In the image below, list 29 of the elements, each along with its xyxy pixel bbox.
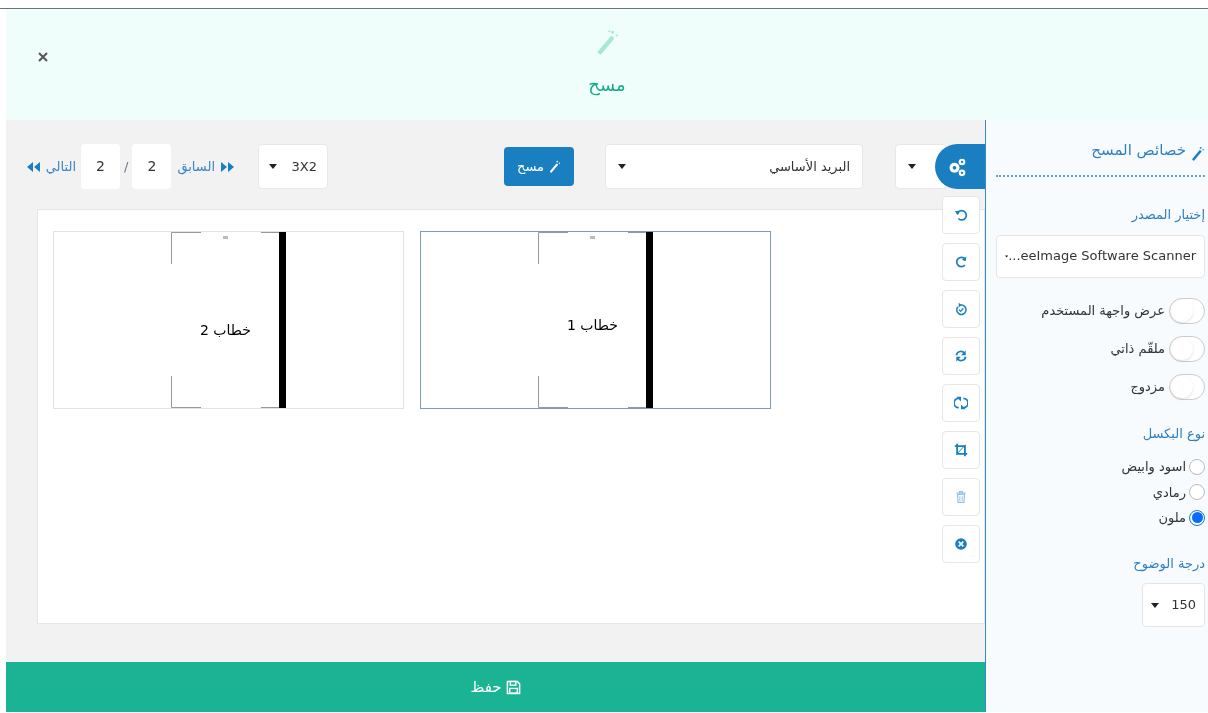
field-label: نوع البكسل	[1141, 424, 1205, 443]
scan-button[interactable]: مسح	[504, 147, 574, 186]
toggle-label: مزدوج	[1130, 377, 1165, 397]
resolution-select[interactable]: 150	[1142, 583, 1205, 627]
page-total-field: 2	[81, 144, 120, 189]
dialog-title: مسح	[588, 73, 626, 98]
mailbox-select[interactable]: البريد الأساسي	[605, 144, 863, 189]
next-link[interactable]: التالي	[26, 156, 76, 177]
radio-label: اسود وابيض	[1121, 458, 1186, 477]
field-label: درجة الوضوح	[1132, 554, 1205, 573]
page-text: خطاب 2	[200, 321, 251, 340]
select-value: 150	[1171, 596, 1196, 615]
layout-select[interactable]: 3X2	[258, 144, 328, 189]
toggle-label: عرض واجهة المستخدم	[1041, 301, 1165, 321]
panel-title: خصائص المسح	[1091, 139, 1186, 161]
toggle-label: ملقّم ذاتي	[1110, 339, 1165, 359]
page-thumbnail[interactable]: خطاب 1	[420, 231, 771, 409]
previous-link[interactable]: السابق	[177, 156, 234, 177]
source-select[interactable]: ...eeImage Software Scanner	[996, 234, 1205, 278]
radio-label: رمادي	[1152, 483, 1186, 502]
select-value: ...eeImage Software Scanner	[1008, 247, 1196, 266]
select-value: 3X2	[291, 157, 317, 176]
page-separator: /	[124, 157, 129, 176]
field-label: إختيار المصدر	[1130, 206, 1205, 225]
radio-label: ملون	[1158, 509, 1186, 528]
page-text: خطاب 1	[567, 316, 618, 335]
select-value: البريد الأساسي	[769, 157, 850, 176]
page-number-field[interactable]: 2	[132, 144, 172, 189]
page-thumbnail[interactable]: خطاب 2	[53, 231, 404, 409]
